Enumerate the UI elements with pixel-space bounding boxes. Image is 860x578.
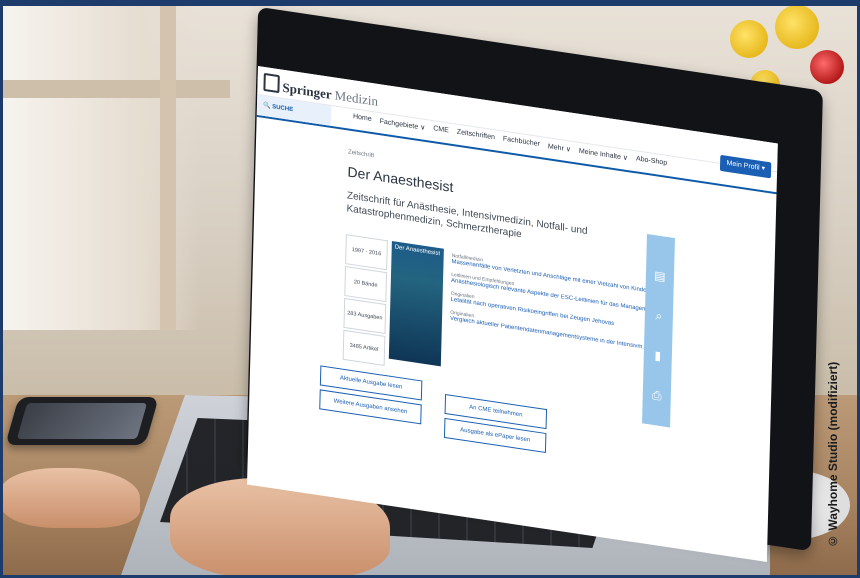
article-list: Notfallmedizin Massenanfälle von Verletz… xyxy=(450,253,667,361)
springer-horse-icon xyxy=(263,72,280,94)
nav-cme[interactable]: CME xyxy=(433,125,449,135)
stat-years: 1997 - 2016 xyxy=(345,234,388,271)
shelf xyxy=(0,80,230,98)
photo-credit: © Wayhome Studio (modifiziert) xyxy=(826,361,840,549)
photo-scene: Springer Medizin Mein Profil ▾ 🔍 SUCHE H… xyxy=(0,0,860,578)
bookmark-icon[interactable]: ▮ xyxy=(643,334,672,378)
nav-fachbuecher[interactable]: Fachbücher xyxy=(503,136,540,149)
nav-meine-inhalte[interactable]: Meine Inhalte ∨ xyxy=(579,147,628,162)
stat-articles: 3485 Artikel xyxy=(342,329,386,366)
side-toolbar: ▤ ⌕ ▮ ⎙ xyxy=(642,233,675,428)
stat-volumes: 20 Bände xyxy=(344,266,388,303)
cover-title: Der Anaesthesist xyxy=(394,244,441,258)
nav-zeitschriften[interactable]: Zeitschriften xyxy=(457,129,495,143)
journal-cover[interactable]: Der Anaesthesist xyxy=(388,240,444,367)
print-icon[interactable]: ⎙ xyxy=(642,373,671,417)
nav-fachgebiete[interactable]: Fachgebiete ∨ xyxy=(380,117,426,132)
smartphone xyxy=(5,397,159,445)
journal-stats: 1997 - 2016 20 Bände 283 Ausgaben 3485 A… xyxy=(342,234,388,368)
nav-home[interactable]: Home xyxy=(353,113,372,124)
laptop-screen: Springer Medizin Mein Profil ▾ 🔍 SUCHE H… xyxy=(247,66,778,562)
pole xyxy=(160,0,176,330)
stat-issues: 283 Ausgaben xyxy=(343,297,387,335)
search-icon[interactable]: ⌕ xyxy=(644,294,673,338)
nav-abo-shop[interactable]: Abo-Shop xyxy=(636,155,667,168)
archive-icon[interactable]: ▤ xyxy=(645,254,674,298)
nav-mehr[interactable]: Mehr ∨ xyxy=(548,142,571,153)
